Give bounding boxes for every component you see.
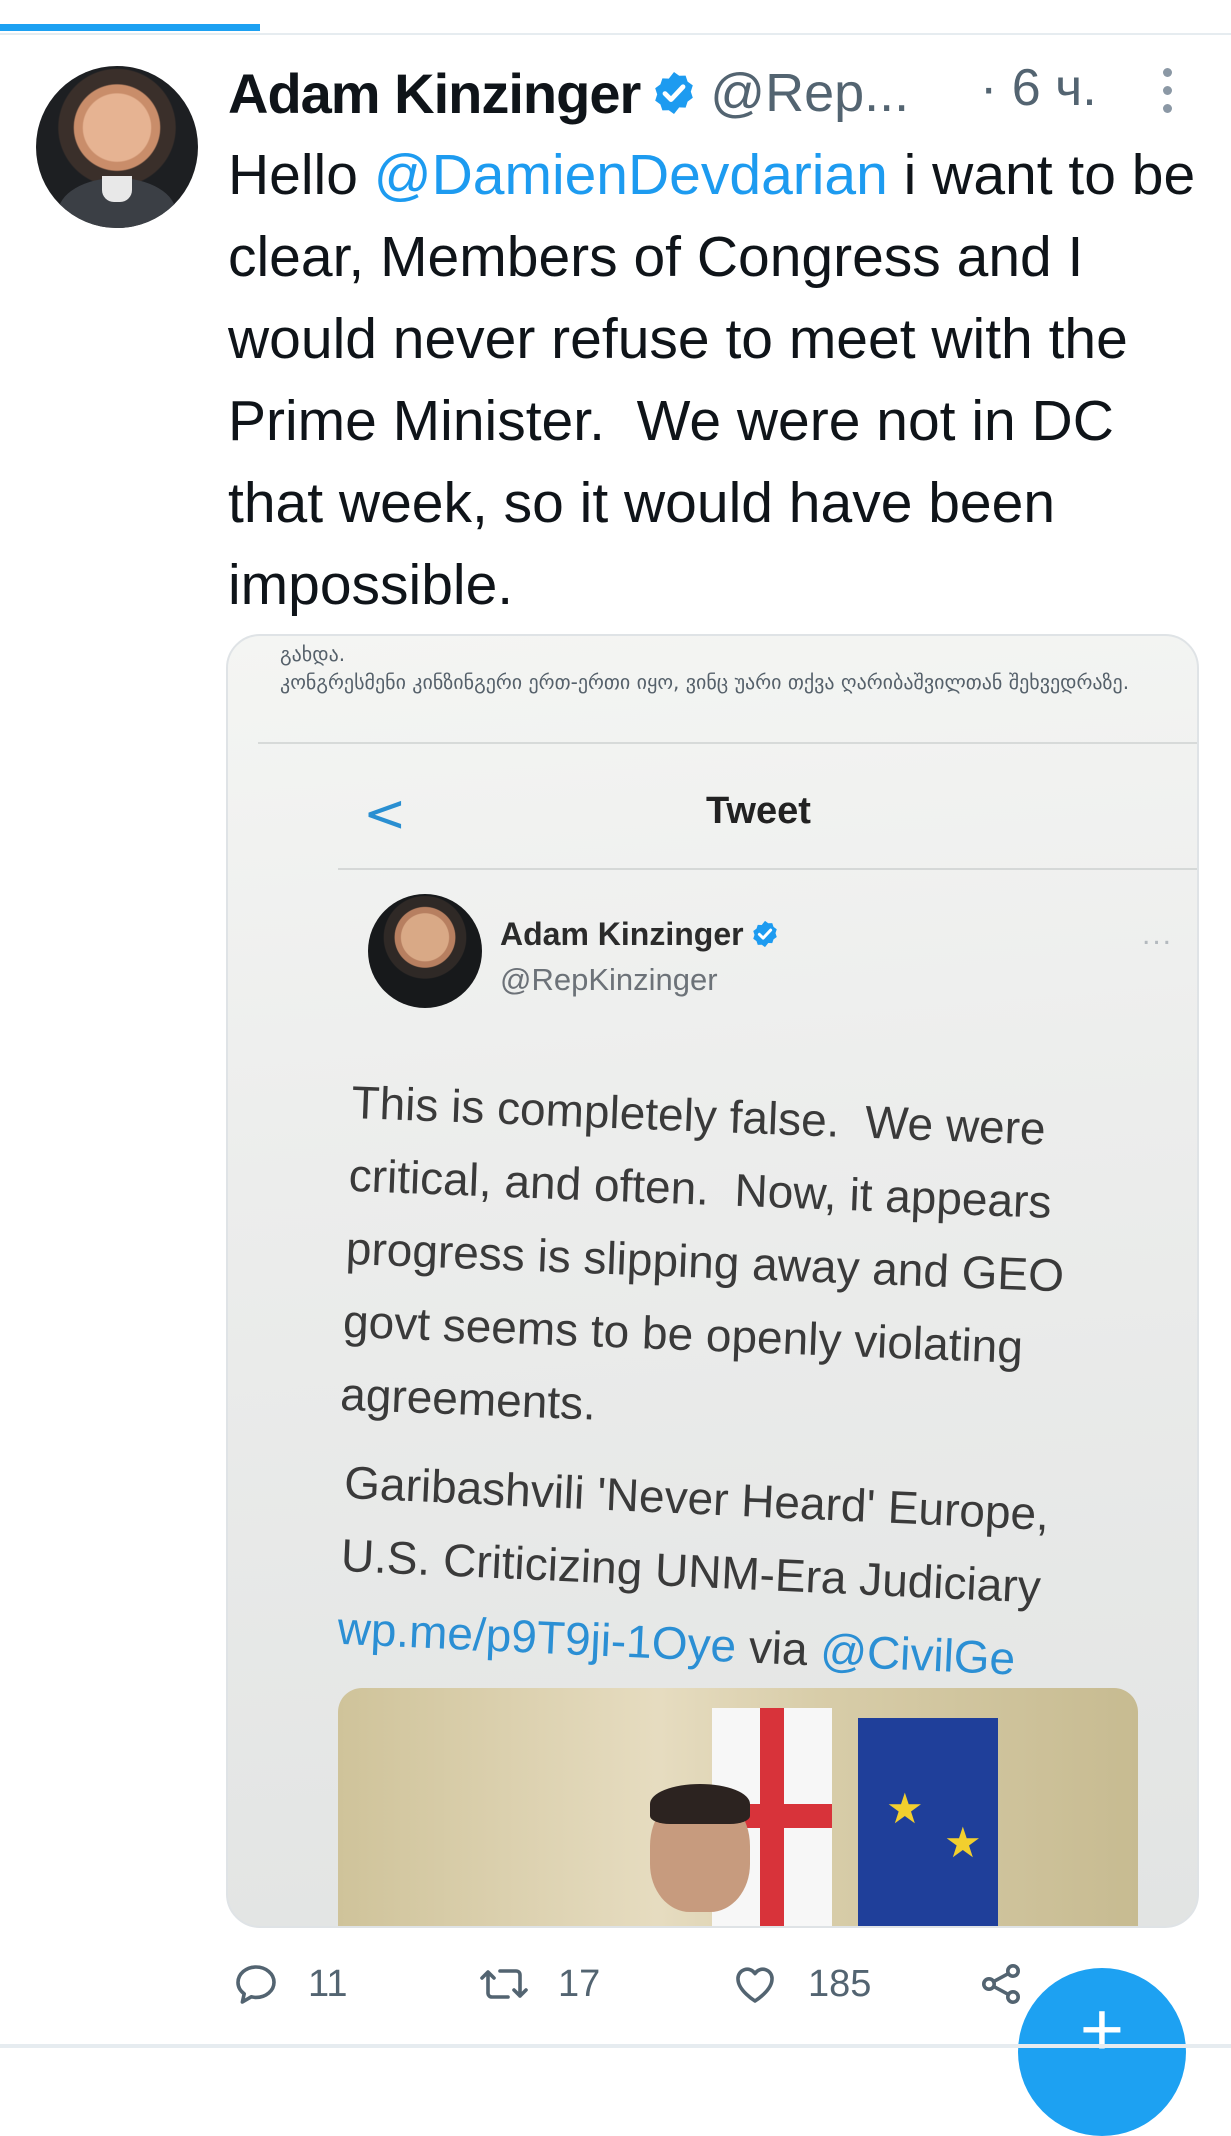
tweet-media-photo[interactable]: გახდა. კონგრესმენი კინზინგერი ერთ-ერთი ი…: [226, 634, 1199, 1928]
verified-badge-icon: [655, 72, 694, 114]
inner-page-title: Tweet: [706, 790, 811, 832]
divider: [258, 742, 1197, 744]
like-icon: [736, 1967, 774, 2003]
inner-article-photo: ★ ★: [338, 1688, 1138, 1926]
tweet-timestamp[interactable]: · 6 ч.: [980, 58, 1097, 118]
divider: [338, 868, 1197, 870]
tweet-text: Hello @DamienDevdarian i want to be clea…: [228, 134, 1208, 626]
bottom-divider: [0, 2044, 1231, 2048]
reply-icon: [236, 1965, 276, 2004]
retweet-icon: [480, 1969, 528, 1999]
tweet-text-part: i want to be clear, Members of Congress …: [228, 143, 1212, 617]
inner-more-icon: ...: [1142, 918, 1174, 951]
inner-author: Adam Kinzinger: [500, 916, 780, 953]
inner-via: via: [734, 1619, 822, 1676]
retweet-count: 17: [558, 1962, 601, 2005]
retweet-button[interactable]: 17: [478, 1960, 600, 2008]
like-button[interactable]: 185: [730, 1960, 871, 2008]
verified-badge-icon: [752, 920, 777, 948]
inner-handle: @RepKinzinger: [500, 962, 718, 997]
back-chevron-icon: <: [363, 784, 407, 844]
tweet-header: Adam Kinzinger @Rep...: [228, 58, 909, 128]
inner-headline: Garibashvili 'Never Heard' Europe, U.S. …: [336, 1446, 1125, 1700]
inner-avatar: [368, 894, 482, 1008]
top-progress-bar: [0, 24, 260, 31]
author-handle[interactable]: @Rep...: [710, 62, 909, 124]
author-avatar[interactable]: [36, 66, 198, 228]
reply-button[interactable]: 11: [232, 1960, 347, 2008]
eu-flag: ★ ★: [858, 1718, 998, 1926]
more-vertical-icon[interactable]: [1158, 68, 1176, 118]
inner-tweet-text: This is completely false. We were critic…: [339, 1075, 1078, 1430]
mention-link[interactable]: @DamienDevdarian: [374, 143, 888, 207]
author-name[interactable]: Adam Kinzinger: [228, 61, 641, 126]
like-count: 185: [808, 1962, 872, 2005]
inner-headline-text: Garibashvili 'Never Heard' Europe, U.S. …: [339, 1455, 1063, 1613]
reply-count: 11: [308, 1962, 348, 2005]
georgian-caption: გახდა. კონგრესმენი კინზინგერი ერთ-ერთი ი…: [280, 642, 1130, 694]
inner-via-handle: @CivilGe: [819, 1623, 1017, 1685]
inner-author-name: Adam Kinzinger: [500, 916, 744, 952]
compose-tweet-button[interactable]: +: [1018, 1968, 1186, 2136]
plus-icon: +: [1079, 1987, 1125, 2072]
tweet-text-part: Hello: [228, 143, 374, 207]
top-divider: [0, 33, 1231, 35]
inner-link: wp.me/p9T9ji-1Oye: [336, 1601, 738, 1672]
